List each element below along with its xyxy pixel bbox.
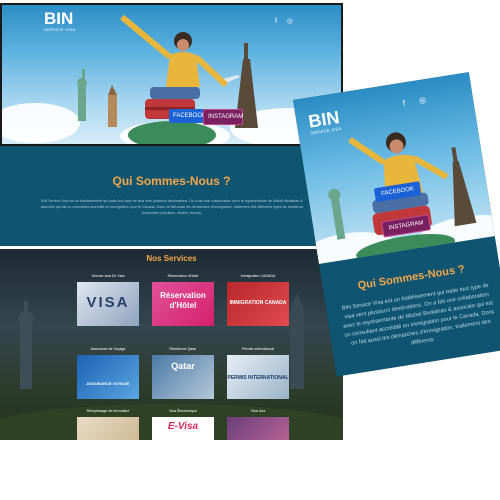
mobile-hero-banner: BIN SERVICE VISA f ◎ FACEBOOK INSTAGRAM (293, 72, 495, 264)
services-section: Nos Services Service visa De Visa VISA R… (0, 249, 343, 440)
service-label: Service visa De Visa (91, 274, 125, 278)
service-caption: VISA (86, 294, 130, 311)
hero-frame (0, 3, 343, 146)
service-caption: ASSURANCE VOYAGE (86, 381, 130, 386)
service-image-visa: VISA (77, 282, 139, 326)
service-label: Assurance de Voyage (90, 347, 126, 351)
facebook-icon[interactable]: f (402, 99, 406, 108)
service-label: Réservation d'hôtel (167, 274, 199, 278)
service-image-canada: IMMIGRATION CANADA (227, 282, 289, 326)
service-caption: IMMIGRATION CANADA (229, 300, 287, 306)
service-card[interactable]: Permis International PERMIS INTERNATIONA… (227, 347, 289, 399)
about-title: Qui Sommes-Nous ? (112, 174, 231, 188)
service-card[interactable]: Service visa De Visa VISA (77, 274, 139, 326)
instagram-icon[interactable]: ◎ (418, 95, 426, 105)
service-card[interactable]: Réservation d'hôtel Réservation d'Hôtel (152, 274, 214, 326)
hero-banner: BIN SERVICE VISA f ◎ FACEBOOK INSTAGRAM (0, 3, 343, 146)
service-caption: Qatar (171, 361, 195, 371)
about-section: Qui Sommes-Nous ? BIN Service Visa est u… (0, 146, 343, 246)
service-label: Immigration CANADA (240, 274, 276, 278)
service-image-qatar: Qatar (152, 355, 214, 399)
service-card[interactable]: Résidence Qatar Qatar (152, 347, 214, 399)
service-image-permit: PERMIS INTERNATIONAL (227, 355, 289, 399)
service-label: Visa Usa (250, 409, 266, 413)
service-card[interactable]: Visa Électronique E-Visa (152, 409, 214, 440)
service-card[interactable]: Immigration CANADA IMMIGRATION CANADA (227, 274, 289, 326)
service-caption: PERMIS INTERNATIONAL (227, 375, 289, 381)
service-label: Remplissage de formulaire (86, 409, 130, 413)
service-image-form (77, 417, 139, 440)
service-card[interactable]: Visa Usa (227, 409, 289, 440)
mobile-logo[interactable]: BIN SERVICE VISA (307, 107, 342, 136)
mobile-about-text: BIN Service Visa est un établissement qu… (341, 282, 496, 347)
service-image-usa (227, 417, 289, 440)
service-image-insurance: ASSURANCE VOYAGE (77, 355, 139, 399)
service-label: Visa Électronique (169, 409, 197, 413)
service-label: Permis International (242, 347, 274, 351)
about-text: BIN Service Visa est un établissement qu… (40, 199, 304, 215)
service-image-hotel: Réservation d'Hôtel (152, 282, 214, 326)
service-card[interactable]: Remplissage de formulaire (77, 409, 139, 440)
services-title: Nos Services (146, 254, 197, 263)
desktop-mockup: BIN SERVICE VISA f ◎ FACEBOOK INSTAGRAM … (0, 3, 343, 440)
service-caption: Réservation d'Hôtel (160, 291, 206, 310)
service-image-evisa: E-Visa (152, 417, 214, 440)
service-caption: E-Visa (167, 421, 199, 432)
service-label: Résidence Qatar (169, 347, 197, 351)
service-card[interactable]: Assurance de Voyage ASSURANCE VOYAGE (77, 347, 139, 399)
